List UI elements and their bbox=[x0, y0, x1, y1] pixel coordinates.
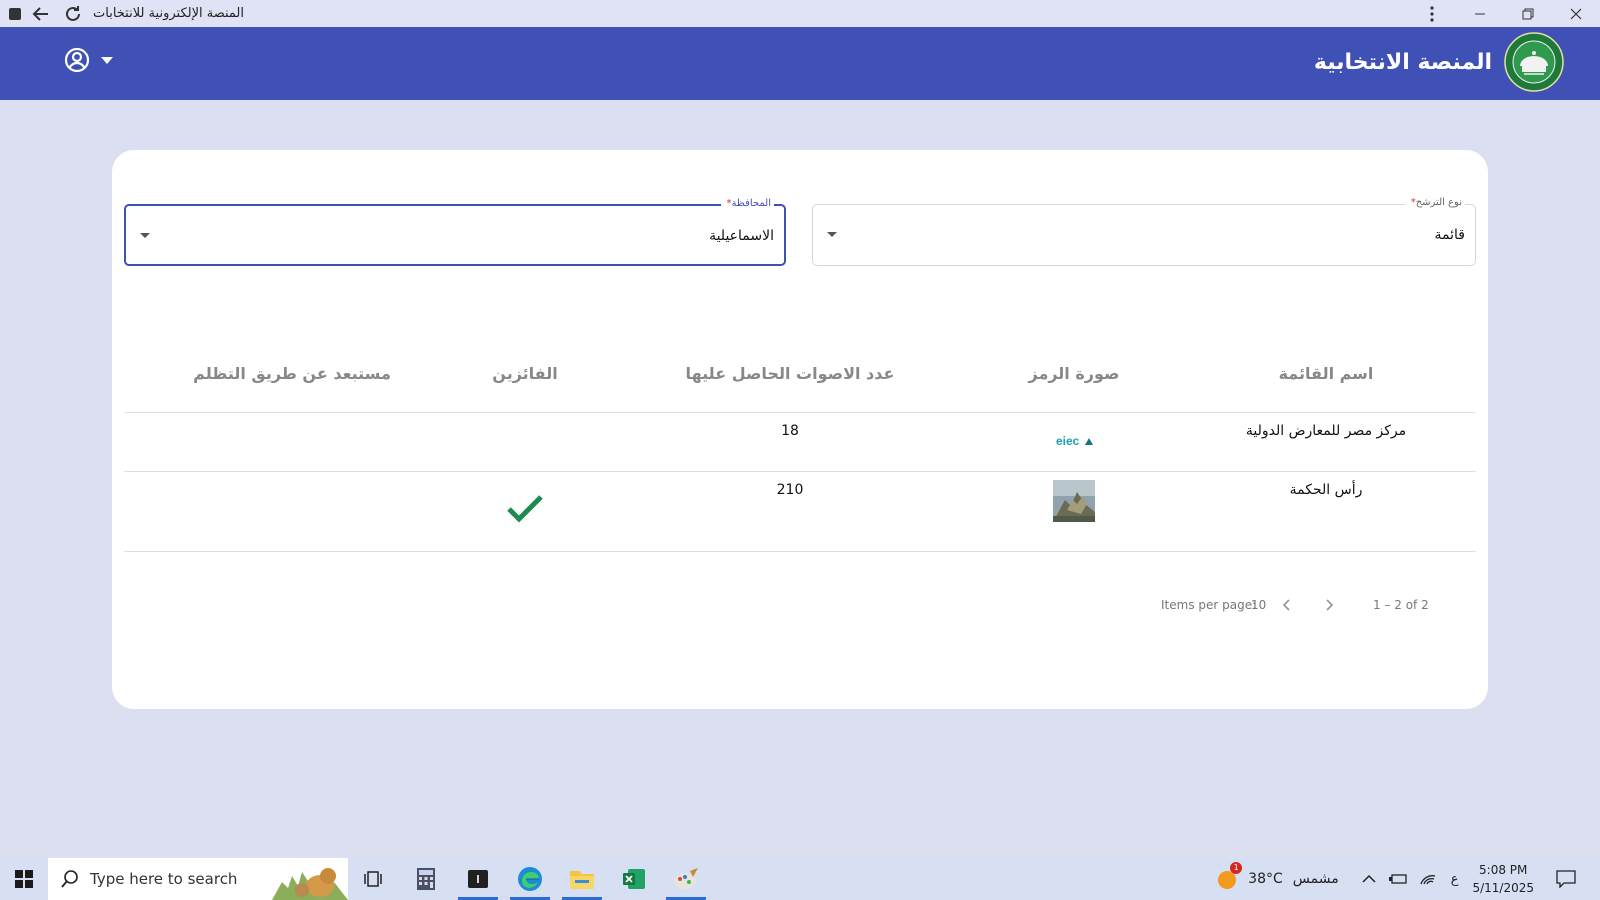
app-icon bbox=[9, 7, 21, 20]
dropdown-arrow-icon bbox=[140, 233, 150, 238]
windows-icon bbox=[15, 870, 33, 888]
governorate-select[interactable]: *المحافظة الاسماعيلية bbox=[124, 198, 786, 266]
candidacy-type-value: قائمة bbox=[1434, 227, 1465, 243]
more-options-icon[interactable] bbox=[1408, 0, 1456, 27]
paginator: Items per page: 10 1 – 2 of 2 bbox=[112, 598, 1488, 628]
results-card: *المحافظة الاسماعيلية *نوع الترشح قائمة … bbox=[112, 150, 1488, 709]
battery-icon[interactable] bbox=[1388, 873, 1407, 885]
page-size-select[interactable]: 10 bbox=[1251, 598, 1266, 612]
column-header-winners[interactable]: الفائزين bbox=[492, 364, 557, 383]
minimize-button[interactable] bbox=[1456, 0, 1504, 27]
votes-cell: 210 bbox=[776, 482, 804, 498]
search-placeholder: Type here to search bbox=[90, 870, 238, 888]
governorate-value: الاسماعيلية bbox=[709, 228, 774, 244]
votes-cell: 18 bbox=[781, 423, 799, 439]
column-header-votes[interactable]: عدد الاصوات الحاصل عليها bbox=[686, 364, 895, 383]
page-range-label: 1 – 2 of 2 bbox=[1373, 598, 1429, 612]
system-tray: 1 38°C مشمس ع 5:08 PM 5/11/2025 bbox=[1216, 858, 1600, 900]
notifications-icon[interactable] bbox=[1556, 870, 1576, 888]
clock-time: 5:08 PM bbox=[1479, 863, 1528, 877]
results-table: اسم القائمة صورة الرمز عدد الاصوات الحاص… bbox=[124, 348, 1476, 552]
back-icon[interactable] bbox=[29, 2, 53, 26]
column-header-symbol[interactable]: صورة الرمز bbox=[1028, 364, 1119, 383]
app-header: المنصة الانتخابية bbox=[0, 27, 1600, 100]
symbol-image-mountain bbox=[1053, 480, 1095, 526]
column-header-excluded[interactable]: مستبعد عن طريق التظلم bbox=[193, 364, 391, 383]
taskbar-search[interactable]: Type here to search bbox=[48, 858, 348, 900]
reload-icon[interactable] bbox=[61, 2, 85, 26]
weather-temperature[interactable]: 38°C bbox=[1248, 871, 1283, 887]
search-highlight-image bbox=[272, 868, 348, 900]
chevron-up-icon[interactable] bbox=[1361, 874, 1377, 884]
input-language[interactable]: ع bbox=[1451, 872, 1459, 887]
window-title: المنصة الإلكترونية للانتخابات bbox=[93, 6, 244, 21]
list-name-cell: مركز مصر للمعارض الدولية bbox=[1245, 423, 1407, 439]
list-name-cell: رأس الحكمة bbox=[1289, 482, 1363, 498]
electoral-commission-logo bbox=[1504, 32, 1564, 92]
wifi-icon[interactable] bbox=[1419, 872, 1437, 886]
weather-condition[interactable]: مشمس bbox=[1293, 871, 1339, 887]
clock[interactable]: 5:08 PM 5/11/2025 bbox=[1472, 861, 1534, 897]
weather-alert-badge: 1 bbox=[1230, 862, 1243, 874]
user-menu[interactable] bbox=[64, 47, 114, 73]
svg-text:eiec: eiec bbox=[1056, 434, 1080, 448]
excel-icon[interactable] bbox=[608, 858, 660, 900]
clock-date: 5/11/2025 bbox=[1472, 881, 1534, 895]
weather-icon[interactable]: 1 bbox=[1216, 862, 1243, 890]
items-per-page-label: Items per page: bbox=[1161, 598, 1257, 612]
governorate-label: *المحافظة bbox=[720, 198, 774, 209]
brand: المنصة الانتخابية bbox=[1314, 30, 1564, 94]
next-page-icon[interactable] bbox=[1322, 597, 1336, 616]
winner-check-icon bbox=[506, 494, 544, 528]
browser-app-icon[interactable] bbox=[452, 858, 504, 900]
table-row[interactable]: رأس الحكمة 210 bbox=[124, 472, 1476, 552]
start-button[interactable] bbox=[0, 858, 48, 900]
paint-icon[interactable] bbox=[660, 858, 712, 900]
candidacy-type-select[interactable]: *نوع الترشح قائمة bbox=[812, 197, 1476, 266]
table-header-row: اسم القائمة صورة الرمز عدد الاصوات الحاص… bbox=[124, 348, 1476, 413]
restore-button[interactable] bbox=[1504, 0, 1552, 27]
dropdown-arrow-icon bbox=[827, 232, 837, 237]
table-row[interactable]: مركز مصر للمعارض الدولية eiec 18 bbox=[124, 413, 1476, 472]
brand-title: المنصة الانتخابية bbox=[1313, 49, 1492, 75]
file-explorer-icon[interactable] bbox=[556, 858, 608, 900]
symbol-image-eiec: eiec bbox=[1054, 431, 1094, 455]
taskbar: Type here to search 1 38°C مشمس ع 5:08 P… bbox=[0, 858, 1600, 900]
previous-page-icon[interactable] bbox=[1280, 597, 1294, 616]
search-icon bbox=[61, 870, 78, 888]
candidacy-type-label: *نوع الترشح bbox=[1404, 197, 1465, 208]
chevron-down-icon bbox=[101, 57, 113, 64]
close-button[interactable] bbox=[1552, 0, 1600, 27]
window-title-bar: المنصة الإلكترونية للانتخابات bbox=[0, 0, 1600, 27]
calculator-icon[interactable] bbox=[400, 858, 452, 900]
task-view-icon[interactable] bbox=[348, 858, 400, 900]
edge-icon[interactable] bbox=[504, 858, 556, 900]
column-header-list-name[interactable]: اسم القائمة bbox=[1279, 364, 1374, 383]
account-circle-icon bbox=[64, 47, 90, 73]
